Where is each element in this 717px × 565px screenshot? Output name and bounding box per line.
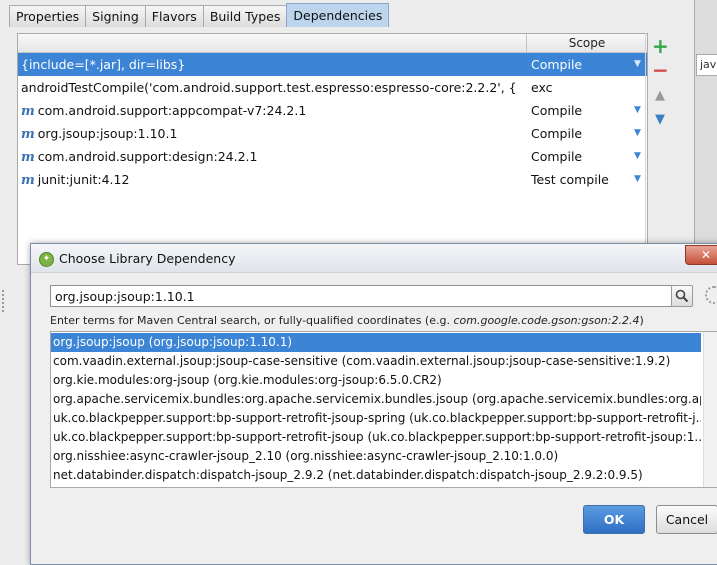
tab-dependencies[interactable]: Dependencies [286,3,390,27]
search-hint: Enter terms for Maven Central search, or… [50,314,644,327]
dependency-row[interactable]: m junit:junit:4.12 Test compile ▼ [18,168,647,191]
choose-library-dependency-dialog: ✦ Choose Library Dependency ✕ Enter term… [30,243,717,565]
results-scrollbar[interactable] [703,332,717,487]
scope-dropdown-icon[interactable]: ▼ [634,168,641,191]
dialog-title: Choose Library Dependency [59,251,236,266]
tab-build-types[interactable]: Build Types [202,5,288,27]
search-result-item[interactable]: net.databinder.dispatch:dispatch-jsoup_2… [51,466,701,485]
library-search-input[interactable] [50,285,674,307]
move-up-button[interactable]: ▲ [652,88,668,104]
dependency-row[interactable]: androidTestCompile('com.android.support.… [18,76,647,99]
close-button[interactable]: ✕ [685,245,717,265]
dependency-scope[interactable]: Compile [531,122,582,145]
cancel-button[interactable]: Cancel [656,505,717,534]
hint-suffix: ) [639,314,644,327]
dependency-label: androidTestCompile('com.android.support.… [21,80,517,95]
dependency-row[interactable]: m com.android.support:appcompat-v7:24.2.1… [18,99,647,122]
dependency-scope[interactable]: Test compile [531,168,609,191]
tab-strip: Properties Signing Flavors Build Types D… [9,3,390,27]
table-header: Scope [18,34,647,53]
maven-library-icon: m [21,104,35,119]
dependency-label: com.android.support:design:24.2.1 [37,149,258,164]
dependency-label: org.jsoup:jsoup:1.10.1 [37,126,178,141]
search-result-item[interactable]: org.kie.modules:org-jsoup (org.kie.modul… [51,371,701,390]
maven-library-icon: m [21,150,35,165]
add-dependency-button[interactable]: + [652,36,669,56]
hint-prefix: Enter terms for Maven Central search, or… [50,314,454,327]
dependency-label: junit:junit:4.12 [37,172,130,187]
dependency-name: androidTestCompile('com.android.support.… [21,76,517,99]
search-result-item[interactable]: uk.co.blackpepper.support:bp-support-ret… [51,428,701,447]
dependency-name: m junit:junit:4.12 [21,168,129,192]
dependency-scope[interactable]: Compile [531,145,582,168]
maven-library-icon: m [21,127,35,142]
dependency-scope[interactable]: Compile [531,99,582,122]
search-results-list: org.jsoup:jsoup (org.jsoup:jsoup:1.10.1)… [50,331,717,488]
search-result-item[interactable]: org.jsoup:jsoup (org.jsoup:jsoup:1.10.1) [51,333,701,352]
scope-column-header[interactable]: Scope [527,34,647,52]
dependency-label: com.android.support:appcompat-v7:24.2.1 [37,103,307,118]
scope-dropdown-icon[interactable]: ▼ [634,145,641,168]
tab-flavors[interactable]: Flavors [144,5,204,27]
tab-properties[interactable]: Properties [9,5,87,27]
search-icon[interactable] [671,285,693,307]
search-result-item[interactable]: org.apache.servicemix.bundles:org.apache… [51,390,701,409]
dependency-name: m org.jsoup:jsoup:1.10.1 [21,122,177,146]
dependency-scope[interactable]: Compile [531,53,582,76]
dependency-row[interactable]: {include=[*.jar], dir=libs} Compile ▼ [18,53,647,76]
search-result-item[interactable]: org.nisshiee:async-crawler-jsoup_2.10 (o… [51,447,701,466]
loading-spinner-icon [705,286,717,304]
dependency-name: {include=[*.jar], dir=libs} [21,53,185,76]
hint-example: com.google.code.gson:gson:2.2.4 [453,314,640,327]
dependency-name: m com.android.support:appcompat-v7:24.2.1 [21,99,306,123]
dependency-name: m com.android.support:design:24.2.1 [21,145,258,169]
move-down-button[interactable]: ▼ [652,112,668,128]
maven-library-icon: m [21,173,35,188]
android-studio-icon: ✦ [39,252,54,267]
search-result-item[interactable]: uk.co.blackpepper.support:bp-support-ret… [51,409,701,428]
scope-dropdown-icon[interactable]: ▼ [634,53,641,76]
tab-signing[interactable]: Signing [85,5,146,27]
scope-dropdown-icon[interactable]: ▼ [634,99,641,122]
dependency-row[interactable]: m com.android.support:design:24.2.1 Compil… [18,145,647,168]
dependencies-table: Scope {include=[*.jar], dir=libs} Compile… [17,33,648,265]
dialog-title-bar[interactable]: ✦ Choose Library Dependency ✕ [31,244,717,273]
dependency-label: {include=[*.jar], dir=libs} [21,57,186,72]
search-result-item[interactable]: com.vaadin.external.jsoup:jsoup-case-sen… [51,352,701,371]
resize-grip[interactable] [2,290,8,312]
toolbar-separator [645,33,646,243]
ok-button[interactable]: OK [583,505,645,534]
dependency-row[interactable]: m org.jsoup:jsoup:1.10.1 Compile ▼ [18,122,647,145]
scope-dropdown-icon[interactable]: ▼ [634,122,641,145]
dependency-scope[interactable]: exc [531,76,553,99]
java-editor-tab[interactable]: java [696,54,717,76]
remove-dependency-button[interactable]: − [652,60,669,80]
